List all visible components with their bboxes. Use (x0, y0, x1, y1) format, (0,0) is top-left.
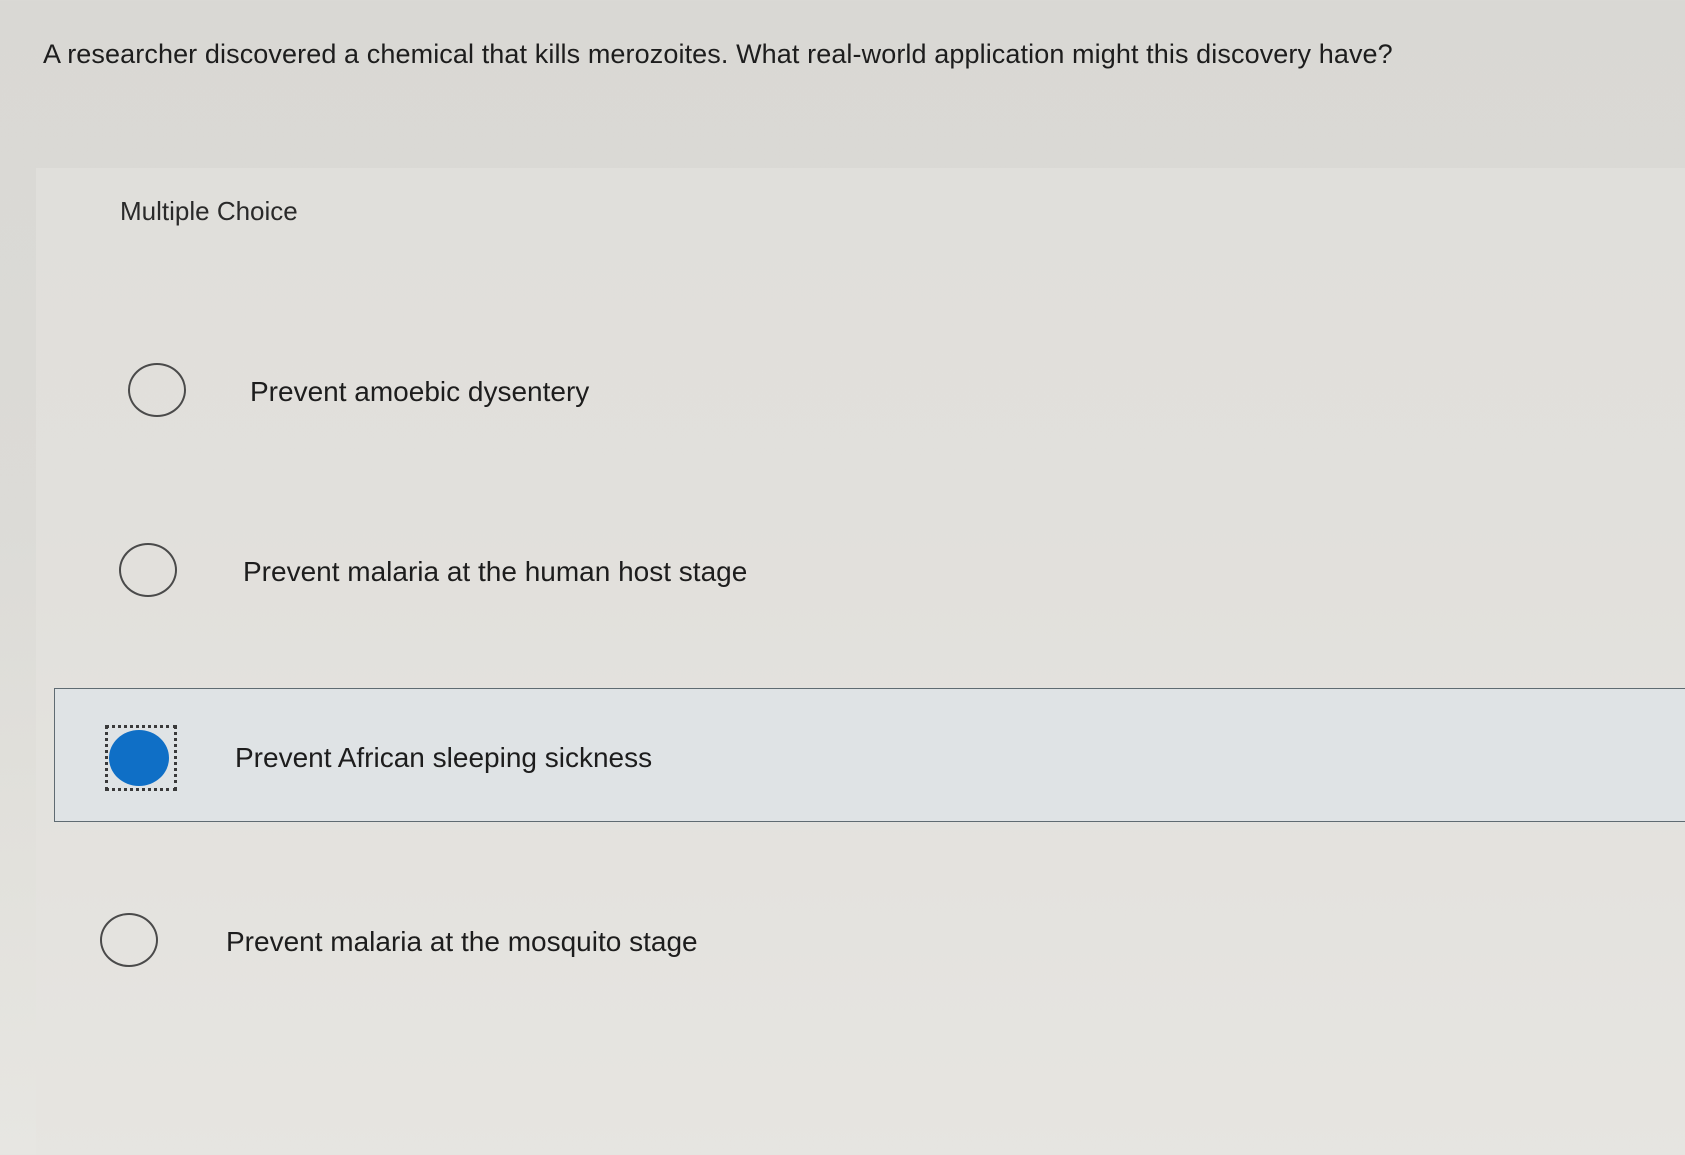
choice-label: Prevent malaria at the human host stage (243, 556, 748, 587)
choice-label: Prevent amoebic dysentery (250, 376, 590, 407)
multiple-choice-panel (36, 168, 1685, 1155)
radio-empty-icon[interactable] (128, 363, 186, 417)
choice-option-4[interactable]: Prevent malaria at the mosquito stage (70, 880, 1685, 1006)
radio-empty-icon[interactable] (100, 913, 158, 967)
choice-option-1[interactable]: Prevent amoebic dysentery (70, 330, 1685, 456)
choice-label: Prevent malaria at the mosquito stage (226, 926, 698, 957)
choice-label: Prevent African sleeping sickness (235, 742, 653, 773)
radio-empty-icon[interactable] (119, 543, 177, 597)
choice-option-2[interactable]: Prevent malaria at the human host stage (70, 510, 1685, 636)
question-text: A researcher discovered a chemical that … (43, 39, 1393, 69)
choice-option-3-selected[interactable]: Prevent African sleeping sickness (54, 688, 1685, 822)
radio-selected-icon[interactable] (109, 730, 169, 786)
multiple-choice-header: Multiple Choice (120, 196, 298, 226)
